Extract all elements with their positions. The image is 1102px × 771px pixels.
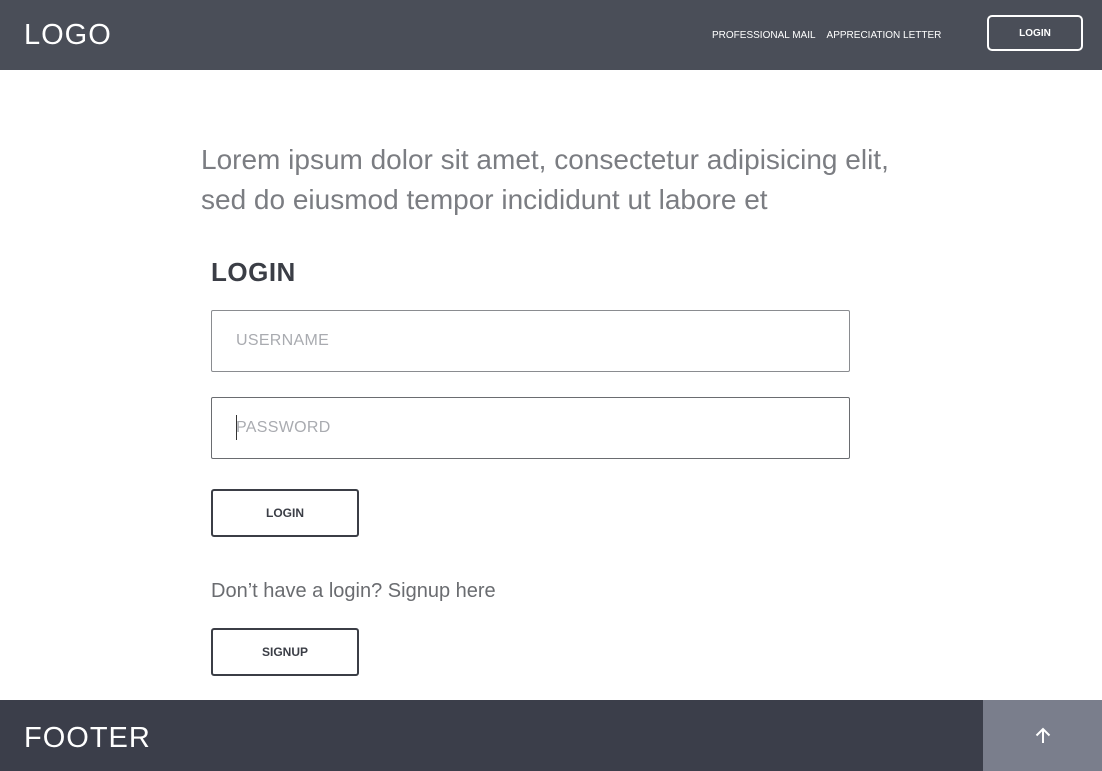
top-navbar: LOGO PROFESSIONAL MAIL APPRECIATION LETT… [0, 0, 1102, 70]
back-to-top-button[interactable] [983, 700, 1102, 771]
nav-menu: PROFESSIONAL MAIL APPRECIATION LETTER [712, 29, 941, 43]
username-input[interactable] [211, 310, 850, 372]
logo[interactable]: LOGO [24, 17, 112, 53]
footer-text: FOOTER [24, 722, 151, 754]
header-login-button[interactable]: LOGIN [987, 15, 1083, 51]
arrow-up-icon [1035, 727, 1050, 743]
nav-link-professional-mail[interactable]: PROFESSIONAL MAIL [712, 29, 816, 43]
login-button[interactable]: LOGIN [211, 489, 359, 537]
footer: FOOTER [0, 700, 983, 771]
intro-text: Lorem ipsum dolor sit amet, consectetur … [201, 144, 889, 215]
nav-link-appreciation-letter[interactable]: APPRECIATION LETTER [827, 29, 942, 43]
signup-button[interactable]: SIGNUP [211, 628, 359, 676]
page: LOGO PROFESSIONAL MAIL APPRECIATION LETT… [0, 0, 1102, 771]
login-heading: LOGIN [211, 257, 296, 287]
signup-prompt: Don’t have a login? Signup here [211, 580, 496, 602]
password-input[interactable] [211, 397, 850, 459]
text-cursor [236, 415, 237, 440]
